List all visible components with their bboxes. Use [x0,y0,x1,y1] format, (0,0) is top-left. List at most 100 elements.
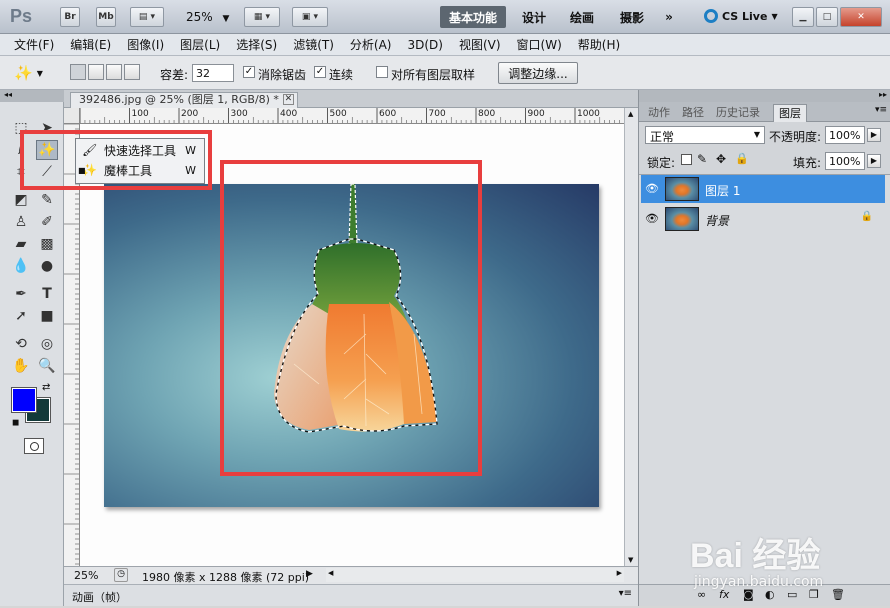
options-bar: ✨ ▼ 容差: 32 ✓ 消除锯齿 ✓ 连续 对所有图层取样 调整边缘... [0,56,890,90]
menu-window[interactable]: 窗口(W) [509,36,570,53]
document-tab[interactable]: 392486.jpg @ 25% (图层 1, RGB/8) * ✕ [70,92,298,108]
visibility-eye-icon[interactable]: 👁 [645,212,659,226]
default-colors-icon[interactable]: ◼ [12,418,19,428]
cs-live-label: CS Live [722,9,768,23]
path-selection-tool[interactable]: ➚ [10,306,32,326]
ruler-origin[interactable] [64,108,80,124]
scroll-right-icon[interactable]: ▶ [617,569,622,577]
layer-row-layer1[interactable]: 👁 图层 1 [641,175,885,203]
visibility-eye-icon[interactable]: 👁 [645,182,659,196]
tools-panel-header[interactable]: ◂◂ [0,90,64,102]
sample-all-layers-checkbox[interactable] [376,66,388,78]
3d-rotate-tool[interactable]: ⟲ [10,334,32,354]
clone-stamp-tool[interactable]: ♙ [10,212,32,232]
menu-image[interactable]: 图像(I) [119,36,172,53]
fill-slider-button[interactable]: ▶ [867,154,881,168]
zoom-status[interactable]: 25% [74,569,98,582]
scroll-down-icon[interactable]: ▼ [628,556,633,564]
contiguous-checkbox[interactable]: ✓ [314,66,326,78]
ruler-label: 300 [230,109,248,119]
close-button[interactable]: ✕ [840,7,882,27]
panel-menu-icon[interactable]: ▾≡ [619,588,632,599]
close-tab-icon[interactable]: ✕ [282,94,294,105]
menu-filter[interactable]: 滤镜(T) [285,36,342,53]
menu-analysis[interactable]: 分析(A) [342,36,400,53]
status-options-icon[interactable]: ◷ [114,568,128,582]
minimize-button[interactable]: ▁ [792,7,814,27]
type-tool[interactable]: T [36,284,58,304]
tolerance-input[interactable]: 32 [192,64,234,82]
brush-tool[interactable]: ✎ [36,190,58,210]
blend-mode-dropdown[interactable]: 正常 ▼ [645,126,765,144]
zoom-tool[interactable]: 🔍 [36,356,58,376]
panel-dock-header[interactable]: ▸▸ [639,90,890,102]
zoom-icon: 🔍 [38,358,56,374]
layer-thumbnail [665,207,699,231]
hand-tool[interactable]: ✋ [10,356,32,376]
tool-preset-picker[interactable]: ✨ ▼ [14,62,54,84]
intersect-selection-button[interactable] [124,64,140,80]
shape-tool[interactable]: ■ [36,306,58,326]
menu-help[interactable]: 帮助(H) [570,36,628,53]
history-brush-tool[interactable]: ✐ [36,212,58,232]
menu-view[interactable]: 视图(V) [451,36,509,53]
tab-paths[interactable]: 路径 [677,104,709,122]
3d-orbit-tool[interactable]: ◎ [36,334,58,354]
blur-tool[interactable]: 💧 [10,256,32,276]
swap-colors-icon[interactable]: ⇄ [42,382,50,393]
menu-layer[interactable]: 图层(L) [172,36,228,53]
horizontal-scrollbar[interactable]: ◀ ▶ [326,568,624,582]
workspace-essentials[interactable]: 基本功能 [440,6,506,28]
eraser-tool[interactable]: ▰ [10,234,32,254]
tab-actions[interactable]: 动作 [643,104,675,122]
quick-mask-button[interactable] [24,438,44,454]
ruler-label: 600 [379,109,397,119]
view-extras-button[interactable]: ▤ ▾ [130,7,164,27]
menu-3d[interactable]: 3D(D) [399,38,450,52]
lock-all-icon[interactable]: 🔒 [735,152,749,165]
menu-select[interactable]: 选择(S) [228,36,285,53]
healing-brush-tool[interactable]: ◩ [10,190,32,210]
more-workspaces-button[interactable]: » [658,6,680,28]
arrange-documents-button[interactable]: ▦ ▾ [244,7,280,27]
lock-image-icon[interactable]: ✎ [697,152,707,166]
tab-history[interactable]: 历史记录 [711,104,765,122]
screen-mode-button[interactable]: ▣ ▾ [292,7,328,27]
scroll-left-icon[interactable]: ◀ [328,569,333,577]
refine-edge-button[interactable]: 调整边缘... [498,62,578,84]
menu-file[interactable]: 文件(F) [6,36,62,53]
new-selection-button[interactable] [70,64,86,80]
opacity-input[interactable]: 100% [825,126,865,144]
fill-input[interactable]: 100% [825,152,865,170]
antialias-checkbox[interactable]: ✓ [243,66,255,78]
lock-transparency-icon[interactable] [681,154,692,165]
history-brush-icon: ✐ [41,214,53,230]
minibridge-button[interactable]: Mb [96,7,116,27]
animation-panel-bar[interactable]: 动画（帧） ▾≡ [64,584,638,606]
workspace-painting[interactable]: 绘画 [562,6,602,28]
status-menu-arrow-icon[interactable]: ▶ [306,569,313,579]
workspace-photography[interactable]: 摄影 [612,6,652,28]
zoom-level-dropdown[interactable]: 25% ▼ [186,10,229,24]
cs-live-button[interactable]: CS Live ▼ [704,9,778,23]
panel-menu-icon[interactable]: ▾≡ [875,105,887,115]
chevron-right-icon: ▶ [870,156,878,165]
bridge-button[interactable]: Br [60,7,80,27]
subtract-from-selection-button[interactable] [106,64,122,80]
layer-row-background[interactable]: 👁 背景 🔒 [641,205,885,233]
add-to-selection-button[interactable] [88,64,104,80]
highlight-box-tools [20,130,212,190]
maximize-button[interactable]: □ [816,7,838,27]
pen-tool[interactable]: ✒ [10,284,32,304]
workspace-design[interactable]: 设计 [514,6,554,28]
dodge-tool[interactable]: ● [36,256,58,276]
opacity-slider-button[interactable]: ▶ [867,128,881,142]
chevron-down-icon: ▼ [36,68,43,78]
menu-edit[interactable]: 编辑(E) [62,36,119,53]
tab-layers[interactable]: 图层 [773,104,807,122]
lock-position-icon[interactable]: ✥ [716,152,726,166]
scroll-up-icon[interactable]: ▲ [628,110,633,118]
foreground-color-swatch[interactable] [11,387,37,413]
vertical-scrollbar[interactable]: ▲ ▼ [624,108,638,566]
gradient-tool[interactable]: ▩ [36,234,58,254]
